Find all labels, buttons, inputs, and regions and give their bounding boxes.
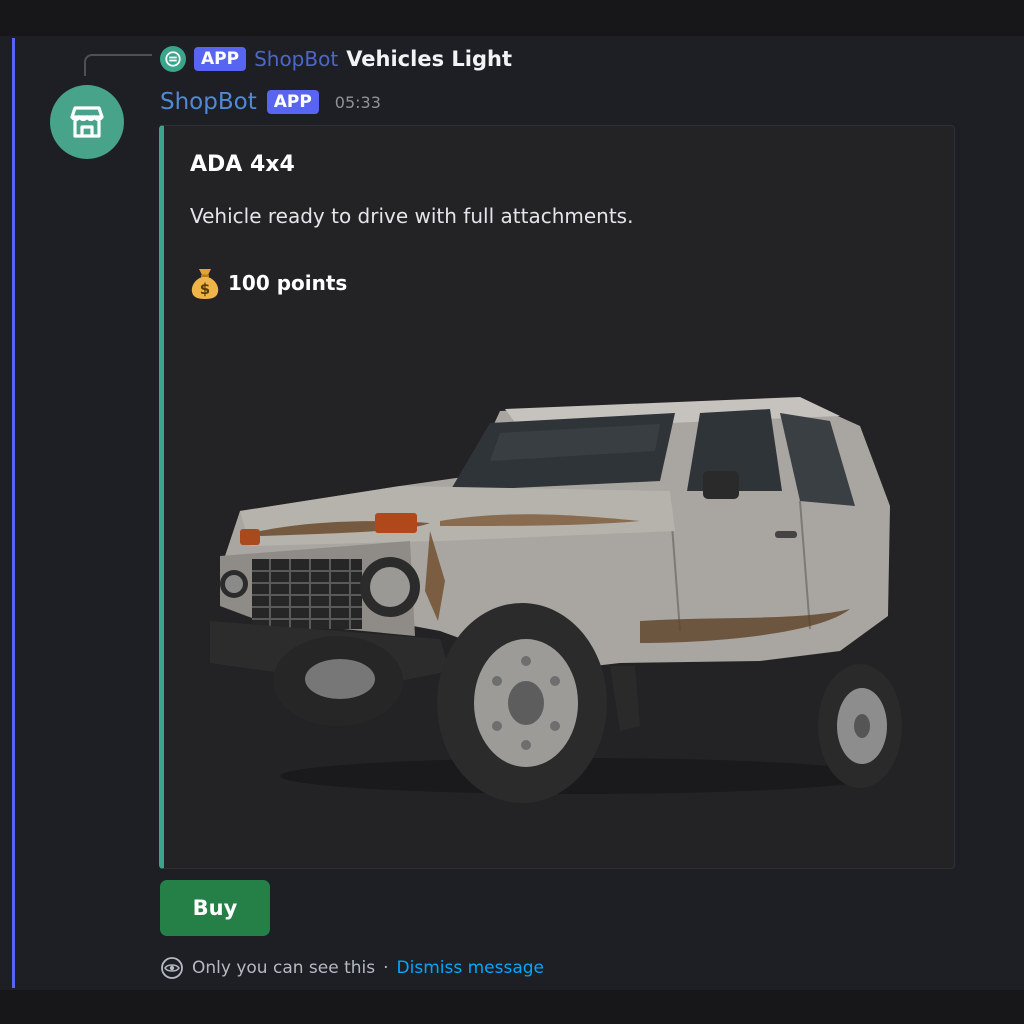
embed-description: Vehicle ready to drive with full attachm…: [190, 204, 634, 228]
ephemeral-notice: Only you can see this · Dismiss message: [160, 955, 544, 981]
timestamp[interactable]: 05:33: [335, 93, 381, 112]
top-strip: [0, 0, 1024, 36]
product-embed: ADA 4x4 Vehicle ready to drive with full…: [159, 125, 955, 869]
buy-button[interactable]: Buy: [160, 880, 270, 936]
shopbot-logo-icon: [165, 51, 181, 67]
vehicle-image[interactable]: [200, 381, 920, 811]
reply-avatar[interactable]: [160, 46, 186, 72]
author-avatar[interactable]: [50, 85, 124, 159]
separator: ·: [383, 958, 389, 978]
embed-title: ADA 4x4: [190, 152, 295, 177]
reply-connector: [84, 54, 152, 76]
store-icon: [70, 106, 104, 138]
reply-author-name[interactable]: ShopBot: [254, 47, 338, 71]
reply-reference[interactable]: APP ShopBot Vehicles Light: [160, 42, 512, 76]
ephemeral-text: Only you can see this: [192, 958, 376, 978]
price-value: 100 points: [228, 271, 348, 295]
reply-app-badge: APP: [194, 47, 247, 71]
bottom-strip: [0, 990, 1024, 1024]
highlight-bar: [12, 38, 15, 988]
dismiss-message-link[interactable]: Dismiss message: [397, 958, 544, 978]
author-name[interactable]: ShopBot: [160, 89, 257, 115]
reply-content[interactable]: Vehicles Light: [346, 47, 512, 71]
money-bag-icon: $: [191, 269, 219, 299]
app-badge: APP: [266, 90, 319, 114]
eye-icon: [161, 957, 183, 979]
message-header: ShopBot APP 05:33: [160, 86, 381, 118]
embed-price: $ 100 points: [190, 266, 347, 300]
svg-text:$: $: [200, 280, 210, 298]
